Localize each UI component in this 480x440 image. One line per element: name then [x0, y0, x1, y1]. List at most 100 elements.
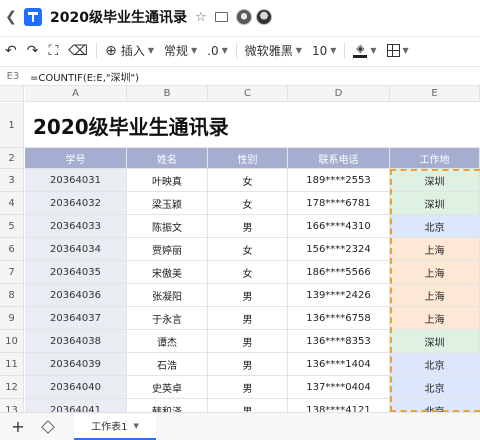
cell-phone[interactable]: 186****5566 [288, 261, 390, 284]
cell-name[interactable]: 叶映真 [127, 169, 208, 192]
add-sheet-button[interactable]: + [0, 417, 36, 436]
font-family-dropdown[interactable]: 微软雅黑 ▼ [240, 37, 307, 65]
row-header[interactable]: 11 [0, 353, 24, 376]
spreadsheet-grid[interactable]: 2020级毕业生通讯录 A B C D E 1 2 学号 姓名 性别 联系电话 工作地 3 2036403… [0, 86, 480, 412]
redo-button[interactable]: ↷ [22, 37, 44, 65]
cell-name[interactable]: 韩和泽 [127, 399, 208, 412]
collaborator-avatar[interactable] [235, 9, 252, 25]
row-header[interactable]: 8 [0, 284, 24, 307]
cell-gender[interactable]: 女 [208, 192, 288, 215]
sheet-list-button[interactable] [36, 419, 60, 434]
row-header[interactable]: 13 [0, 399, 24, 412]
cell-phone[interactable]: 136****6758 [288, 307, 390, 330]
borders-button[interactable]: ▼ [382, 37, 414, 65]
row-header[interactable]: 7 [0, 261, 24, 284]
number-format-dropdown[interactable]: 常规 ▼ [159, 37, 202, 65]
cell-city[interactable]: 北京 [390, 353, 480, 376]
font-size-dropdown[interactable]: 10 ▼ [307, 37, 341, 65]
undo-button[interactable]: ↶ [0, 37, 22, 65]
cell-gender[interactable]: 女 [208, 238, 288, 261]
formula-input[interactable]: =COUNTIF(E:E,"深圳") [30, 69, 139, 84]
cell-city[interactable]: 北京 [390, 399, 480, 412]
select-all-corner[interactable] [0, 86, 24, 102]
cell-id[interactable]: 20364033 [25, 215, 127, 238]
cell-gender[interactable]: 男 [208, 215, 288, 238]
cell-city[interactable]: 北京 [390, 376, 480, 399]
header-cell[interactable]: 性别 [208, 148, 288, 169]
header-cell[interactable]: 工作地 [390, 148, 480, 169]
cell-name[interactable]: 梁玉颖 [127, 192, 208, 215]
folder-icon[interactable] [214, 12, 228, 22]
row-header[interactable]: 4 [0, 192, 24, 215]
row-header[interactable]: 1 [0, 103, 24, 148]
header-cell[interactable]: 学号 [25, 148, 127, 169]
cell-name[interactable]: 史英卓 [127, 376, 208, 399]
cell-reference[interactable]: E3 [0, 71, 26, 82]
row-header[interactable]: 6 [0, 238, 24, 261]
row-header[interactable]: 5 [0, 215, 24, 238]
cell-phone[interactable]: 178****6781 [288, 192, 390, 215]
cell-gender[interactable]: 男 [208, 284, 288, 307]
cell-name[interactable]: 张凝阳 [127, 284, 208, 307]
cell-city[interactable]: 上海 [390, 238, 480, 261]
header-cell[interactable]: 姓名 [127, 148, 208, 169]
cell-id[interactable]: 20364040 [25, 376, 127, 399]
fill-color-button[interactable]: ◈ ▼ [348, 37, 381, 65]
cell-gender[interactable]: 女 [208, 261, 288, 284]
cell-id[interactable]: 20364041 [25, 399, 127, 412]
column-header-a[interactable]: A [25, 86, 127, 102]
cell-id[interactable]: 20364031 [25, 169, 127, 192]
cell-gender[interactable]: 男 [208, 307, 288, 330]
cell-phone[interactable]: 156****2324 [288, 238, 390, 261]
cell-city[interactable]: 北京 [390, 215, 480, 238]
cell-gender[interactable]: 男 [208, 330, 288, 353]
cell-phone[interactable]: 136****1404 [288, 353, 390, 376]
cell-gender[interactable]: 男 [208, 376, 288, 399]
decimal-dropdown[interactable]: .0 ▼ [202, 37, 233, 65]
cell-city[interactable]: 上海 [390, 261, 480, 284]
cell-id[interactable]: 20364037 [25, 307, 127, 330]
row-header[interactable]: 10 [0, 330, 24, 353]
row-header[interactable]: 3 [0, 169, 24, 192]
cell-phone[interactable]: 138****4121 [288, 399, 390, 412]
cell-name[interactable]: 谭杰 [127, 330, 208, 353]
cell-name[interactable]: 宋傲美 [127, 261, 208, 284]
insert-button[interactable]: ⊕ 插入 ▼ [100, 37, 159, 65]
cell-id[interactable]: 20364039 [25, 353, 127, 376]
cell-city[interactable]: 上海 [390, 284, 480, 307]
cell-city[interactable]: 深圳 [390, 192, 480, 215]
format-painter-button[interactable]: ⛶ [43, 37, 63, 65]
clear-format-button[interactable]: ⌫ [63, 37, 93, 65]
column-header-b[interactable]: B [127, 86, 208, 102]
column-header-e[interactable]: E [390, 86, 480, 102]
cell-city[interactable]: 深圳 [390, 330, 480, 353]
cell-id[interactable]: 20364032 [25, 192, 127, 215]
cell-name[interactable]: 贾婷丽 [127, 238, 208, 261]
cell-gender[interactable]: 男 [208, 399, 288, 412]
cell-city[interactable]: 深圳 [390, 169, 480, 192]
cell-gender[interactable]: 女 [208, 169, 288, 192]
document-title[interactable]: 2020级毕业生通讯录 [50, 7, 187, 27]
column-header-c[interactable]: C [208, 86, 288, 102]
star-icon[interactable]: ☆ [195, 10, 207, 25]
sheet-tab[interactable]: 工作表1 ▼ [74, 413, 156, 440]
cell-id[interactable]: 20364036 [25, 284, 127, 307]
cell-gender[interactable]: 男 [208, 353, 288, 376]
cell-id[interactable]: 20364034 [25, 238, 127, 261]
cell-name[interactable]: 于永言 [127, 307, 208, 330]
cell-name[interactable]: 陈振文 [127, 215, 208, 238]
header-cell[interactable]: 联系电话 [288, 148, 390, 169]
cell-id[interactable]: 20364038 [25, 330, 127, 353]
cell-phone[interactable]: 137****0404 [288, 376, 390, 399]
cell-phone[interactable]: 139****2426 [288, 284, 390, 307]
cell-phone[interactable]: 136****8353 [288, 330, 390, 353]
collaborator-avatar[interactable] [255, 9, 272, 25]
row-header[interactable]: 12 [0, 376, 24, 399]
cell-id[interactable]: 20364035 [25, 261, 127, 284]
cell-phone[interactable]: 166****4310 [288, 215, 390, 238]
row-header[interactable]: 2 [0, 148, 24, 169]
cell-city[interactable]: 上海 [390, 307, 480, 330]
cell-name[interactable]: 石浩 [127, 353, 208, 376]
back-chevron-icon[interactable]: ❮ [0, 9, 22, 25]
sheet-title-cell[interactable]: 2020级毕业生通讯录 [25, 103, 480, 148]
